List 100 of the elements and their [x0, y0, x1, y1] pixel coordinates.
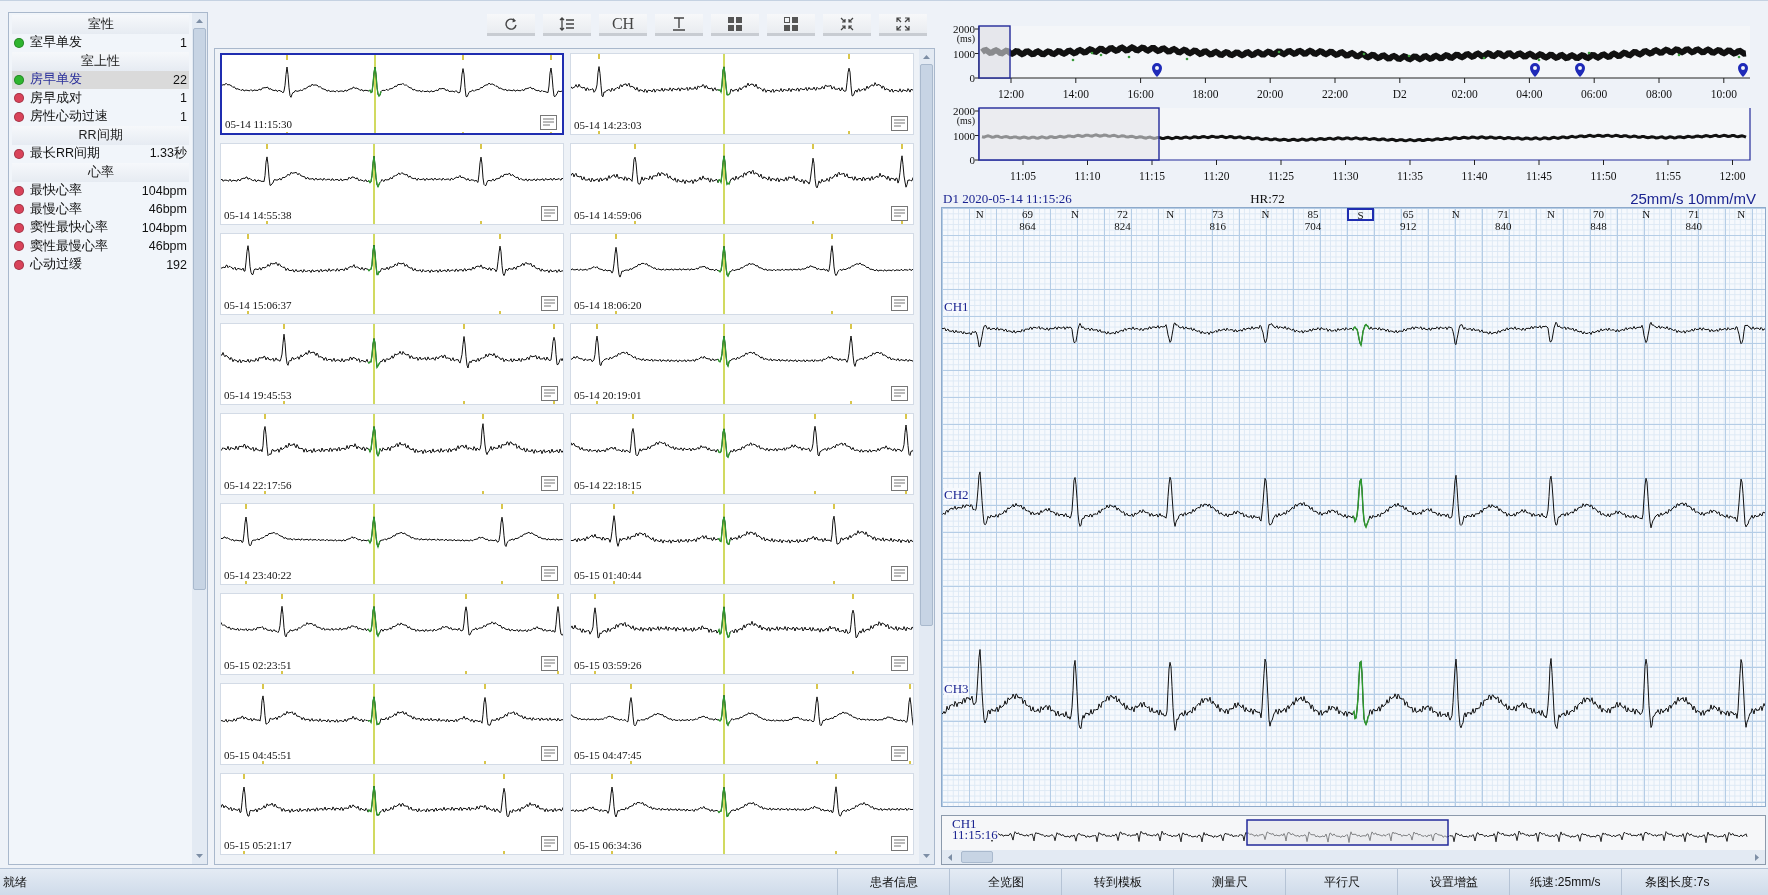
- section-header: RR间期: [12, 126, 189, 145]
- scroll-left-icon[interactable]: [946, 852, 955, 862]
- beat-label[interactable]: N: [1063, 208, 1087, 222]
- toolbar-button[interactable]: [879, 14, 927, 36]
- sidebar-item[interactable]: 最快心率 104bpm: [12, 181, 189, 200]
- note-icon[interactable]: [891, 206, 908, 221]
- status-text: 就绪: [2, 873, 28, 891]
- note-icon[interactable]: [541, 836, 558, 851]
- ecg-strip-card[interactable]: 05-14 22:17:56: [220, 413, 564, 495]
- sidebar-item[interactable]: 最慢心率 46bpm: [12, 200, 189, 219]
- note-icon[interactable]: [891, 566, 908, 581]
- beat-label[interactable]: N: [1158, 208, 1183, 222]
- ecg-strip-card[interactable]: 05-14 11:15:30: [220, 53, 564, 135]
- status-button[interactable]: 设置增益: [1397, 869, 1509, 895]
- note-icon[interactable]: [891, 656, 908, 671]
- axis-label: 11:35: [1397, 169, 1423, 182]
- status-button[interactable]: 患者信息: [837, 869, 949, 895]
- strip-time: 05-14 22:17:56: [224, 479, 292, 491]
- sidebar-item[interactable]: 最长RR间期 1.33秒: [12, 144, 189, 163]
- section-header: 心率: [12, 163, 189, 182]
- toolbar-button[interactable]: [711, 14, 759, 36]
- ecg-strip-card[interactable]: 05-15 03:59:26: [570, 593, 914, 675]
- scroll-right-icon[interactable]: [1752, 852, 1761, 862]
- beat-label[interactable]: N: [1729, 208, 1754, 222]
- item-count: 104bpm: [141, 220, 187, 235]
- ecg-strip-card[interactable]: 05-15 02:23:51: [220, 593, 564, 675]
- note-icon[interactable]: [541, 566, 558, 581]
- axis-label: 11:55: [1655, 169, 1681, 182]
- scrollbar-thumb[interactable]: [961, 851, 993, 863]
- note-icon[interactable]: [891, 476, 908, 491]
- note-icon[interactable]: [891, 296, 908, 311]
- ecg-strip-card[interactable]: 05-15 05:21:17: [220, 773, 564, 855]
- scroll-up-icon[interactable]: [195, 17, 204, 26]
- ecg-strip-card[interactable]: 05-14 15:06:37: [220, 233, 564, 315]
- selection-window[interactable]: [978, 107, 1160, 161]
- beat-label[interactable]: N: [967, 208, 992, 222]
- location-pin-icon[interactable]: [1738, 63, 1748, 77]
- note-icon[interactable]: [891, 116, 908, 131]
- sidebar-item[interactable]: 窦性最慢心率 46bpm: [12, 237, 189, 256]
- ecg-strip-card[interactable]: 05-14 22:18:15: [570, 413, 914, 495]
- ecg-strip-card[interactable]: 05-14 20:19:01: [570, 323, 914, 405]
- sidebar-item[interactable]: 室早单发 1: [12, 33, 189, 52]
- item-label: 室早单发: [30, 34, 83, 52]
- note-icon[interactable]: [891, 746, 908, 761]
- beat-label[interactable]: S: [1347, 208, 1374, 222]
- note-icon[interactable]: [541, 296, 558, 311]
- ecg-strip-card[interactable]: 05-15 01:40:44: [570, 503, 914, 585]
- note-icon[interactable]: [541, 386, 558, 401]
- ecg-strip-card[interactable]: 05-15 04:47:45: [570, 683, 914, 765]
- selection-window[interactable]: [978, 25, 1011, 79]
- axis-label: 11:30: [1332, 169, 1359, 182]
- toolbar-button[interactable]: [767, 14, 815, 36]
- heart-rate-value: 73: [1212, 208, 1224, 221]
- scrollbar-thumb[interactable]: [193, 28, 206, 590]
- status-button[interactable]: 测量尺: [1173, 869, 1285, 895]
- ecg-strip-card[interactable]: 05-15 06:34:36: [570, 773, 914, 855]
- status-button[interactable]: 平行尺: [1285, 869, 1397, 895]
- sidebar-item[interactable]: 房早成对 1: [12, 89, 189, 108]
- beat-label[interactable]: N: [1538, 208, 1563, 222]
- toolbar-button[interactable]: [487, 14, 535, 36]
- note-icon[interactable]: [541, 746, 558, 761]
- scroll-down-icon[interactable]: [922, 851, 931, 860]
- sidebar-item[interactable]: 房性心动过速 1: [12, 107, 189, 126]
- ecg-strip-card[interactable]: 05-15 04:45:51: [220, 683, 564, 765]
- time-label: 11:15:16: [952, 829, 998, 841]
- toolbar-button[interactable]: [543, 14, 591, 36]
- heart-rate-value: 72: [1117, 208, 1129, 221]
- note-icon[interactable]: [541, 206, 558, 221]
- channel-label: CH1: [952, 818, 977, 830]
- scrollbar-thumb[interactable]: [920, 64, 933, 626]
- ecg-strip-card[interactable]: 05-14 14:23:03: [570, 53, 914, 135]
- note-icon[interactable]: [541, 656, 558, 671]
- beat-label[interactable]: N: [1253, 208, 1278, 222]
- sidebar-item[interactable]: 窦性最快心率 104bpm: [12, 218, 189, 237]
- location-pin-icon[interactable]: [1152, 63, 1162, 77]
- scroll-down-icon[interactable]: [195, 851, 204, 860]
- beat-label[interactable]: N: [1634, 208, 1659, 222]
- status-button[interactable]: 全览图: [949, 869, 1061, 895]
- ecg-strip-card[interactable]: 05-14 14:59:06: [570, 143, 914, 225]
- selection-window[interactable]: [1246, 819, 1449, 847]
- status-field: 条图长度:7s: [1621, 869, 1733, 895]
- axis-label: 20:00: [1257, 88, 1284, 100]
- location-pin-icon[interactable]: [1575, 63, 1585, 77]
- status-button[interactable]: 转到模板: [1061, 869, 1173, 895]
- toolbar-button[interactable]: [655, 14, 703, 36]
- note-icon[interactable]: [540, 115, 557, 130]
- ecg-strip-card[interactable]: 05-14 14:55:38: [220, 143, 564, 225]
- note-icon[interactable]: [541, 476, 558, 491]
- scroll-up-icon[interactable]: [922, 53, 931, 62]
- note-icon[interactable]: [891, 836, 908, 851]
- note-icon[interactable]: [891, 386, 908, 401]
- toolbar-button[interactable]: CH: [599, 14, 647, 36]
- sidebar-item[interactable]: 心动过缓 192: [12, 255, 189, 274]
- ecg-strip-card[interactable]: 05-14 23:40:22: [220, 503, 564, 585]
- ecg-strip-card[interactable]: 05-14 18:06:20: [570, 233, 914, 315]
- ecg-strip-card[interactable]: 05-14 19:45:53: [220, 323, 564, 405]
- strip-time: 05-14 14:23:03: [574, 119, 642, 131]
- toolbar-button[interactable]: [823, 14, 871, 36]
- beat-label[interactable]: N: [1443, 208, 1468, 222]
- location-pin-icon[interactable]: [1530, 63, 1540, 77]
